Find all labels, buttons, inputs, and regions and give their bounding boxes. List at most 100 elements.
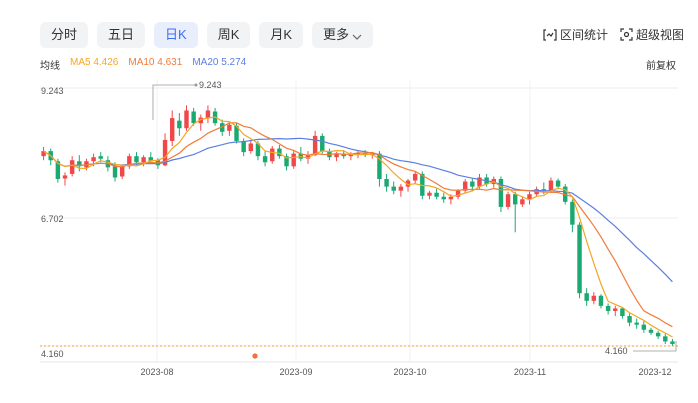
candle-body: [663, 336, 668, 342]
candle-body: [505, 194, 511, 207]
candle-body: [98, 156, 103, 159]
tab-intraday[interactable]: 分时: [40, 22, 89, 48]
tab-daily-k[interactable]: 日K: [154, 22, 198, 48]
candle-body: [134, 156, 139, 163]
candle: [634, 318, 639, 329]
candle-body: [470, 181, 475, 187]
candle-body: [191, 111, 196, 124]
x-tick-label: 2023-09: [279, 367, 312, 377]
candle: [434, 188, 439, 200]
tab-monthly-k[interactable]: 月K: [259, 22, 304, 48]
candle: [391, 181, 396, 195]
candle-body: [641, 324, 647, 330]
x-axis-labels: 2023-08 2023-09 2023-10 2023-11 2023-12: [140, 367, 671, 377]
candle-body: [512, 194, 518, 205]
candle: [441, 192, 446, 203]
candle-body: [248, 143, 254, 152]
candle: [512, 191, 518, 233]
chevron-down-icon: [352, 23, 362, 49]
candle: [527, 191, 532, 205]
candles-group: [41, 105, 675, 346]
candle-body: [262, 156, 268, 163]
candle-body: [241, 140, 246, 153]
candle: [570, 199, 575, 233]
y-tick-label-top: 9.243: [41, 86, 64, 96]
ma20-legend-item: MA20 5.274: [192, 57, 247, 68]
candle-body: [577, 224, 582, 294]
candle: [384, 173, 389, 192]
candle-body: [184, 110, 189, 129]
candle: [198, 114, 204, 131]
candle-body: [434, 192, 439, 197]
candle-body: [648, 329, 654, 333]
candle: [248, 139, 254, 154]
candle: [605, 303, 611, 315]
candle-body: [427, 192, 432, 196]
candle: [670, 338, 675, 346]
ma-legend-title: 均线: [40, 61, 60, 72]
tab-weekly-k[interactable]: 周K: [206, 22, 251, 48]
price-adjust-label[interactable]: 前复权: [646, 57, 676, 72]
ma-legend: 均线 MA5 4.426 MA10 4.631 MA20 5.274: [40, 57, 246, 72]
ma5-legend-item: MA5 4.426: [70, 57, 119, 68]
annotations-group: 9.243 4.160: [40, 80, 678, 359]
candle-body: [169, 118, 175, 141]
tab-label: 日K: [165, 27, 187, 42]
candle-body: [312, 135, 318, 156]
period-tabs: 分时 五日 日K 周K 月K 更多: [40, 22, 374, 49]
candle: [270, 146, 275, 164]
candle-body: [613, 308, 618, 311]
candle-body: [598, 295, 604, 306]
candle-body: [69, 160, 75, 174]
candle: [555, 178, 561, 190]
candle: [648, 327, 654, 335]
candle-body: [62, 175, 68, 179]
candle: [655, 330, 661, 339]
candle-body: [605, 305, 611, 311]
candle: [613, 305, 618, 317]
candle-body: [498, 179, 504, 207]
candle: [291, 151, 296, 169]
candle-body: [441, 196, 446, 200]
candle-body: [91, 157, 96, 162]
y-tick-label-bottom: 4.160: [41, 349, 64, 359]
candle: [577, 222, 582, 299]
candle: [627, 313, 632, 327]
candle-body: [277, 148, 282, 157]
candle: [598, 294, 604, 309]
candle-body: [112, 166, 118, 178]
candle: [498, 176, 504, 213]
candle-body: [320, 135, 325, 152]
candle-body: [627, 316, 632, 323]
candle: [205, 105, 211, 124]
candle-body: [570, 201, 575, 225]
interval-stats-button[interactable]: 区间统计: [543, 26, 608, 43]
interval-stats-icon: [543, 28, 557, 41]
candle: [584, 288, 589, 306]
ma10-legend-item: MA10 4.631: [128, 57, 183, 68]
tab-label: 分时: [51, 27, 78, 42]
candle-body: [205, 110, 211, 119]
candle: [284, 153, 289, 171]
chart-tools: 区间统计 超级视图: [543, 26, 684, 43]
tab-more[interactable]: 更多: [312, 22, 374, 49]
candle: [262, 151, 268, 167]
candle: [427, 190, 432, 200]
candle-body: [119, 166, 125, 177]
candle-body: [177, 120, 182, 129]
super-view-button[interactable]: 超级视图: [620, 26, 684, 43]
candle-body: [655, 332, 661, 337]
candle: [184, 105, 189, 131]
tab-five-day[interactable]: 五日: [97, 22, 146, 48]
candle-body: [227, 124, 232, 131]
tab-label: 五日: [108, 27, 135, 42]
candle: [641, 321, 647, 333]
candle-body: [141, 157, 146, 163]
last-price-label: 4.160: [605, 346, 628, 356]
super-view-label: 超级视图: [635, 28, 684, 42]
x-tick-label: 2023-12: [638, 367, 671, 377]
candle-body: [670, 341, 675, 344]
candle-body: [634, 322, 639, 325]
tab-label: 月K: [270, 27, 293, 42]
candle-body: [270, 148, 275, 162]
